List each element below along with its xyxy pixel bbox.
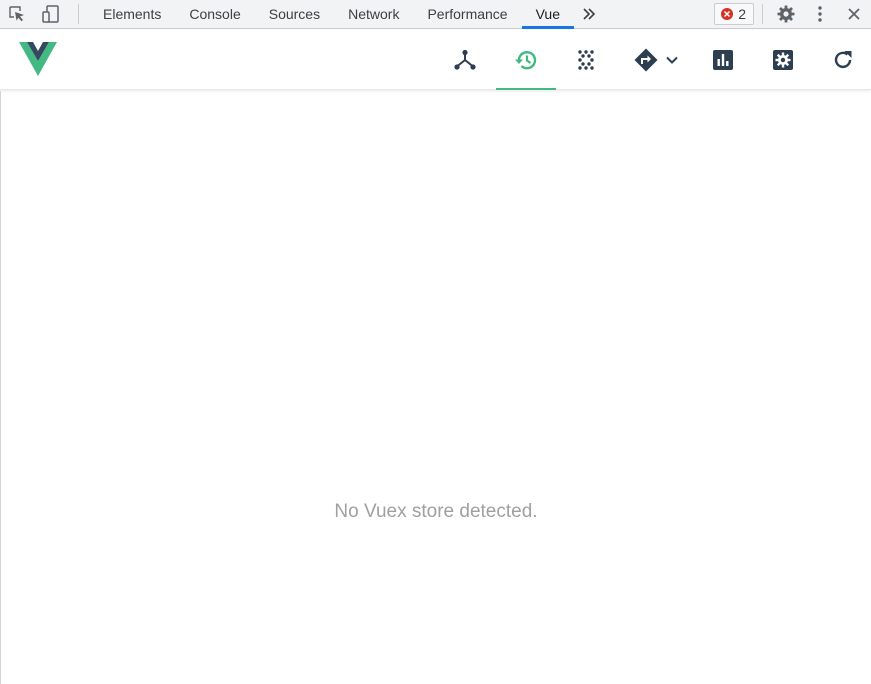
tab-network[interactable]: Network [334, 0, 413, 28]
routing-icon [634, 48, 658, 72]
inspect-element-icon[interactable] [0, 0, 34, 28]
error-icon [721, 8, 734, 20]
error-count: 2 [738, 6, 746, 22]
gear-icon[interactable] [769, 0, 803, 28]
settings-icon [773, 50, 793, 70]
close-icon[interactable] [837, 0, 871, 28]
components-tab-button[interactable] [435, 30, 495, 90]
performance-tab-button[interactable] [693, 30, 753, 90]
vue-logo [18, 41, 58, 77]
refresh-button[interactable] [813, 30, 871, 90]
vuex-tab-button[interactable] [496, 30, 556, 90]
device-toggle-icon[interactable] [34, 0, 68, 28]
events-icon [578, 50, 594, 70]
kebab-menu-icon[interactable] [803, 0, 837, 28]
tab-console[interactable]: Console [175, 0, 254, 28]
routing-tab-button[interactable] [626, 30, 686, 90]
component-tree-icon [454, 49, 476, 70]
tab-sources[interactable]: Sources [255, 0, 334, 28]
events-tab-button[interactable] [556, 30, 616, 90]
empty-state-message: No Vuex store detected. [334, 501, 538, 522]
error-count-badge[interactable]: 2 [714, 3, 754, 25]
refresh-icon [834, 51, 852, 69]
vuex-panel: No Vuex store detected. [0, 91, 871, 684]
vue-devtools-toolbar [0, 30, 871, 90]
settings-tab-button[interactable] [753, 30, 813, 90]
bar-chart-icon [713, 50, 733, 70]
devtools-tab-strip: Elements Console Sources Network Perform… [0, 0, 871, 29]
toolbar-divider [78, 4, 79, 24]
tab-performance[interactable]: Performance [413, 0, 521, 28]
tab-vue[interactable]: Vue [521, 0, 575, 29]
chevron-down-icon [666, 56, 678, 64]
toolbar-divider [762, 4, 763, 24]
more-tabs-chevron-double-right-icon[interactable] [574, 0, 604, 28]
tab-elements[interactable]: Elements [89, 0, 175, 28]
history-icon [515, 51, 537, 70]
